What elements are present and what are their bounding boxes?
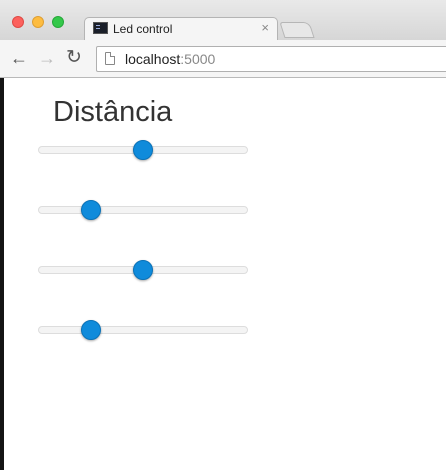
tab-strip: Led control × xyxy=(0,0,446,40)
reload-icon[interactable]: ↻ xyxy=(66,48,82,68)
page-icon xyxy=(105,52,115,65)
distance-slider-4[interactable] xyxy=(38,320,248,340)
url-host: localhost xyxy=(125,51,181,67)
window-maximize-button[interactable] xyxy=(52,16,64,28)
url-port: :5000 xyxy=(180,51,216,67)
window-close-button[interactable] xyxy=(12,16,24,28)
back-arrow-icon[interactable]: ← xyxy=(10,48,28,68)
new-tab-button[interactable] xyxy=(279,22,315,38)
slider-thumb[interactable] xyxy=(133,140,153,160)
tab-title: Led control xyxy=(113,22,173,36)
browser-toolbar: ← → ↻ localhost:5000 xyxy=(0,40,446,78)
tab-led-control[interactable]: Led control × xyxy=(84,17,278,40)
url-text: localhost:5000 xyxy=(125,51,215,67)
window-minimize-button[interactable] xyxy=(32,16,44,28)
slider-thumb[interactable] xyxy=(81,200,101,220)
tab-close-icon[interactable]: × xyxy=(261,20,269,35)
terminal-icon xyxy=(93,22,108,34)
forward-arrow-icon[interactable]: → xyxy=(38,48,56,68)
distance-slider-3[interactable] xyxy=(38,260,248,280)
distance-slider-2[interactable] xyxy=(38,200,248,220)
slider-thumb[interactable] xyxy=(133,260,153,280)
address-bar[interactable]: localhost:5000 xyxy=(96,46,446,72)
slider-thumb[interactable] xyxy=(81,320,101,340)
page-title: Distância xyxy=(53,96,173,128)
distance-slider-1[interactable] xyxy=(38,140,248,160)
